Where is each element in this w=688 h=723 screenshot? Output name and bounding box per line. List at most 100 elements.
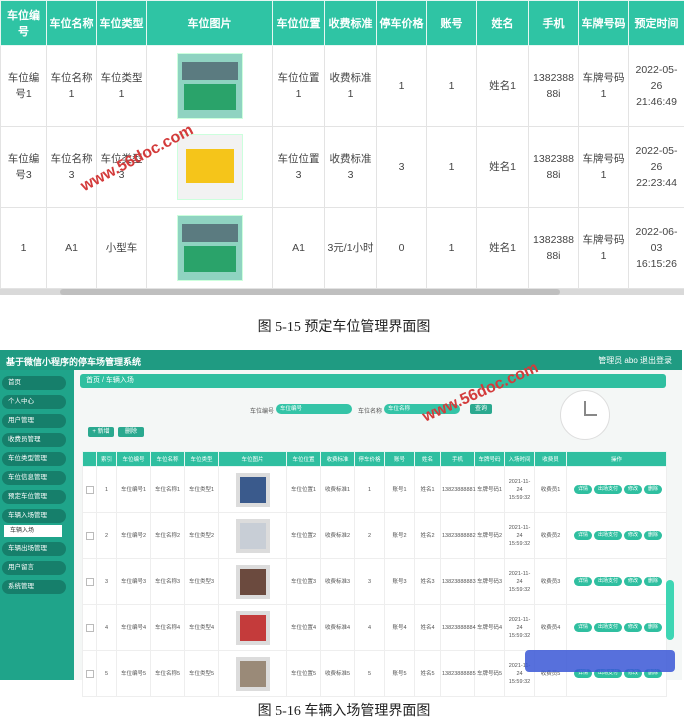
table-cell: 账号5 bbox=[384, 650, 415, 697]
app-header: 基于微信小程序的停车场管理系统 管理员 abo 退出登录 bbox=[0, 350, 682, 370]
action-button[interactable]: 详情 bbox=[573, 531, 592, 540]
parking-photo bbox=[235, 656, 270, 691]
column-header: 入场时间 bbox=[504, 451, 535, 467]
table-cell: 车牌号码4 bbox=[474, 604, 505, 651]
table-cell: 1 bbox=[376, 45, 427, 127]
row-checkbox[interactable] bbox=[85, 669, 94, 678]
column-header: 收费员 bbox=[534, 451, 567, 467]
table-cell: 车位位置3 bbox=[286, 558, 321, 605]
row-checkbox[interactable] bbox=[85, 623, 94, 632]
table-cell: 车位编号1 bbox=[0, 45, 47, 127]
table-cell: 车位类型2 bbox=[184, 512, 219, 559]
table-cell bbox=[146, 45, 273, 127]
user-menu[interactable]: 管理员 abo 退出登录 bbox=[598, 355, 672, 366]
sidebar-item[interactable]: 系统管理 bbox=[2, 580, 66, 594]
action-button[interactable]: 删除 bbox=[644, 577, 663, 586]
row-checkbox[interactable] bbox=[85, 485, 94, 494]
action-button[interactable]: 详情 bbox=[573, 623, 592, 632]
action-button[interactable]: 出场支付 bbox=[593, 577, 622, 586]
row-checkbox[interactable] bbox=[85, 577, 94, 586]
table-header-row: 索引 车位编号 车位名称 车位类型 车位图片 车位位置 收费标准 停车价格 账号 姓名 手机 车牌号码… bbox=[82, 451, 667, 467]
sidebar-item[interactable]: 首页 bbox=[2, 376, 66, 390]
table-cell bbox=[82, 604, 97, 651]
table-cell: 4 bbox=[354, 604, 385, 651]
table-row: 4 车位编号4 车位名称4 车位类型4 车位位置4 收费标准4 4 账号4 姓名4 1382388… bbox=[82, 604, 667, 651]
table-cell: 收费标准3 bbox=[324, 126, 377, 208]
table-cell: 1 bbox=[426, 207, 477, 289]
table-cell: 账号2 bbox=[384, 512, 415, 559]
action-button[interactable]: 详情 bbox=[573, 485, 592, 494]
column-header: 车位图片 bbox=[146, 0, 273, 46]
column-header: 收费标准 bbox=[320, 451, 355, 467]
column-header: 姓名 bbox=[476, 0, 529, 46]
column-header: 车位位置 bbox=[272, 0, 325, 46]
table-cell: 车位名称2 bbox=[150, 512, 185, 559]
clock-widget bbox=[560, 390, 610, 440]
column-header: 停车价格 bbox=[354, 451, 385, 467]
action-button[interactable]: 详情 bbox=[573, 577, 592, 586]
action-button[interactable]: 修改 bbox=[624, 531, 643, 540]
table-cell: 车位类型3 bbox=[184, 558, 219, 605]
action-button[interactable]: 出场支付 bbox=[593, 531, 622, 540]
horizontal-scrollbar[interactable] bbox=[0, 289, 684, 295]
column-header: 账号 bbox=[384, 451, 415, 467]
table-cell: 车位类型1 bbox=[184, 466, 219, 513]
action-button[interactable]: 删除 bbox=[644, 531, 663, 540]
table-cell: 1382388 88i bbox=[528, 45, 579, 127]
column-header: 车位名称 bbox=[150, 451, 185, 467]
parking-photo bbox=[176, 215, 243, 281]
table-cell: 车位名称1 bbox=[150, 466, 185, 513]
table-cell: 车牌号码1 bbox=[578, 207, 629, 289]
column-header: 车位图片 bbox=[218, 451, 287, 467]
sidebar-item[interactable]: 个人中心 bbox=[2, 395, 66, 409]
table-cell: 详情 出场支付 修改 删除 bbox=[566, 466, 667, 513]
action-button[interactable]: 删除 bbox=[644, 485, 663, 494]
table-cell bbox=[218, 558, 287, 605]
sidebar-subitem[interactable]: 车辆入场 bbox=[4, 525, 62, 537]
table-cell: 车位编号3 bbox=[0, 126, 47, 208]
table-cell: 收费标准3 bbox=[320, 558, 355, 605]
table-cell: 2021-11-24 15:59:32 bbox=[504, 512, 535, 559]
table-cell: 车牌号码1 bbox=[474, 466, 505, 513]
sidebar-item[interactable]: 收费员管理 bbox=[2, 433, 66, 447]
table-cell: 详情 出场支付 修改 删除 bbox=[566, 512, 667, 559]
table-cell: 姓名1 bbox=[476, 126, 529, 208]
row-actions: 详情 出场支付 修改 删除 bbox=[568, 577, 668, 586]
sidebar-item[interactable]: 预定车位管理 bbox=[2, 490, 66, 504]
action-button[interactable]: 出场支付 bbox=[593, 623, 622, 632]
table-cell: 3元/1小时 bbox=[324, 207, 377, 289]
action-button[interactable]: 修改 bbox=[624, 577, 643, 586]
action-button[interactable]: 修改 bbox=[624, 485, 643, 494]
table-cell: 收费员3 bbox=[534, 558, 567, 605]
table-row: 车位编号1 车位名称1 车位类型1 车位位置1 收费标准1 1 1 姓名1 1382388 88… bbox=[0, 45, 684, 127]
table-cell: 车位名称3 bbox=[46, 126, 97, 208]
add-button[interactable]: + 新增 bbox=[88, 427, 114, 437]
table-cell: 车位名称3 bbox=[150, 558, 185, 605]
table-cell: 2021-11-24 15:59:32 bbox=[504, 604, 535, 651]
delete-button[interactable]: 删除 bbox=[118, 427, 144, 437]
action-button[interactable]: 修改 bbox=[624, 623, 643, 632]
search-input[interactable]: 车位编号 bbox=[276, 404, 352, 414]
sidebar-item[interactable]: 用户管理 bbox=[2, 414, 66, 428]
table-cell: 姓名3 bbox=[414, 558, 441, 605]
parking-photo bbox=[235, 472, 270, 507]
action-button[interactable]: 删除 bbox=[644, 623, 663, 632]
table-cell: 车牌号码1 bbox=[578, 45, 629, 127]
table-cell bbox=[82, 512, 97, 559]
table-cell: 2022-05-26 22:23:44 bbox=[628, 126, 684, 208]
sidebar-item[interactable]: 车辆出场管理 bbox=[2, 542, 66, 556]
row-checkbox[interactable] bbox=[85, 531, 94, 540]
sidebar-item[interactable]: 车辆入场管理 bbox=[2, 509, 66, 523]
sidebar-item[interactable]: 用户留言 bbox=[2, 561, 66, 575]
sidebar-item[interactable]: 车位信息管理 bbox=[2, 471, 66, 485]
table-cell: 4 bbox=[96, 604, 117, 651]
table-cell: 车位位置4 bbox=[286, 604, 321, 651]
action-button[interactable]: 出场支付 bbox=[593, 485, 622, 494]
sidebar-item[interactable]: 车位类型管理 bbox=[2, 452, 66, 466]
table-cell: 1382388 88i bbox=[528, 126, 579, 208]
scrollbar-thumb[interactable] bbox=[60, 289, 560, 295]
table-cell: 车位类型4 bbox=[184, 604, 219, 651]
table-cell: 车位名称4 bbox=[150, 604, 185, 651]
vertical-scrollbar[interactable] bbox=[666, 580, 674, 640]
table-cell: 车位名称5 bbox=[150, 650, 185, 697]
